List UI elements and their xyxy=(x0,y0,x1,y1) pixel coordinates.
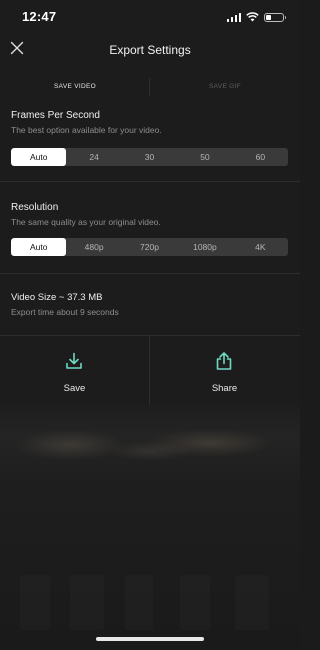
status-time: 12:47 xyxy=(22,9,57,24)
header: Export Settings xyxy=(0,36,300,66)
share-icon xyxy=(216,352,232,370)
fps-option-auto[interactable]: Auto xyxy=(11,148,67,166)
resolution-title: Resolution xyxy=(11,202,59,213)
fps-option-30[interactable]: 30 xyxy=(122,148,177,166)
share-button[interactable]: Share xyxy=(150,336,299,408)
video-size-text: Video Size ~ 37.3 MB xyxy=(11,292,103,303)
fps-option-50[interactable]: 50 xyxy=(177,148,232,166)
cellular-signal-icon xyxy=(226,12,241,22)
export-time-text: Export time about 9 seconds xyxy=(11,307,119,317)
fps-title: Frames Per Second xyxy=(11,110,100,121)
fps-option-24[interactable]: 24 xyxy=(66,148,121,166)
export-settings-screen: 12:47 Export Settings SAVE VIDEO SAVE GI… xyxy=(0,0,300,650)
blurred-video-preview xyxy=(0,405,300,650)
save-button[interactable]: Save xyxy=(0,336,149,408)
resolution-option-480p[interactable]: 480p xyxy=(66,238,121,256)
wifi-icon xyxy=(246,12,259,22)
share-label: Share xyxy=(211,383,238,394)
home-indicator[interactable] xyxy=(96,637,204,641)
fps-subtitle: The best option available for your video… xyxy=(11,125,162,135)
section-divider xyxy=(0,273,300,274)
resolution-option-720p[interactable]: 720p xyxy=(122,238,177,256)
fps-option-60[interactable]: 60 xyxy=(233,148,288,166)
tab-save-gif[interactable]: SAVE GIF xyxy=(150,74,300,100)
status-icons xyxy=(226,12,286,22)
tab-divider xyxy=(149,78,150,96)
download-icon xyxy=(66,352,82,369)
export-tabs: SAVE VIDEO SAVE GIF xyxy=(0,74,300,100)
resolution-option-1080p[interactable]: 1080p xyxy=(177,238,232,256)
resolution-subtitle: The same quality as your original video. xyxy=(11,217,161,227)
page-title: Export Settings xyxy=(109,43,191,57)
save-label: Save xyxy=(63,383,86,394)
blurred-preview-shapes xyxy=(0,575,300,635)
status-bar: 12:47 xyxy=(0,0,300,36)
battery-icon xyxy=(264,12,286,22)
tab-save-video[interactable]: SAVE VIDEO xyxy=(0,74,150,100)
resolution-option-auto[interactable]: Auto xyxy=(11,238,67,256)
section-divider xyxy=(0,181,300,182)
fps-selector: Auto 24 30 50 60 xyxy=(11,148,288,166)
resolution-selector: Auto 480p 720p 1080p 4K xyxy=(11,238,288,256)
export-actions: Save Share xyxy=(0,336,300,408)
resolution-option-4k[interactable]: 4K xyxy=(233,238,288,256)
